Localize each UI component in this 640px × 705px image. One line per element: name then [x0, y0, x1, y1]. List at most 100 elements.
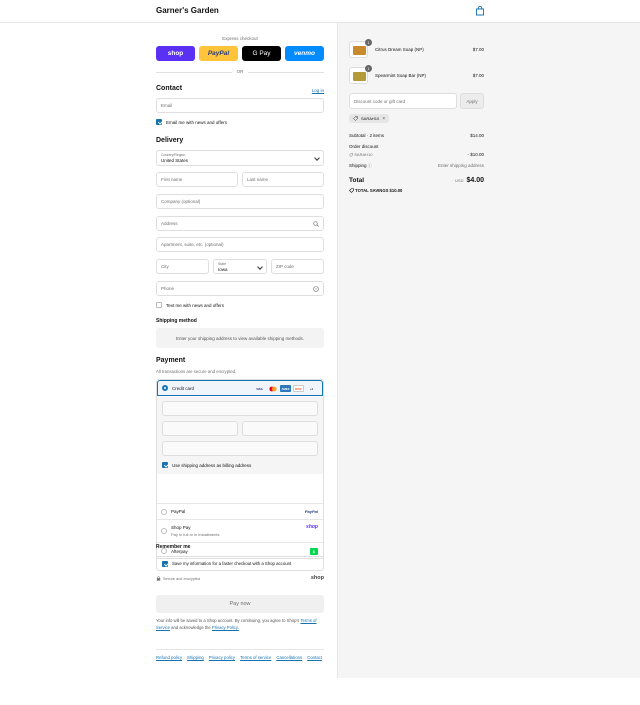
refund-policy-link[interactable]: Refund policy — [156, 655, 182, 660]
shipping-notice: Enter your shipping address to view avai… — [156, 328, 324, 348]
first-name-field[interactable]: First name — [156, 172, 238, 187]
discover-icon: DISC — [293, 385, 304, 392]
email-news-checkbox[interactable] — [156, 119, 162, 125]
subtotal-row: Subtotal · 2 items $14.00 — [349, 133, 484, 138]
apply-button[interactable]: Apply — [460, 93, 484, 109]
order-discount-row: Order discount — [349, 144, 484, 149]
billing-address-label: Use shipping address as billing address — [172, 462, 252, 468]
discount-tag-code: SARAH10 — [361, 116, 380, 121]
express-checkout-buttons: shop PayPal G Pay venmo — [156, 46, 324, 61]
discount-code-row: SARAH10 - $10.00 — [349, 152, 484, 157]
header: Garner's Garden — [0, 0, 640, 23]
total-row: Total USD $4.00 — [349, 177, 484, 184]
company-field[interactable]: Company (optional) — [156, 194, 324, 209]
email-field[interactable]: Email — [156, 98, 324, 113]
name-on-card-field[interactable] — [162, 441, 318, 456]
total-value: $4.00 — [466, 177, 484, 184]
payment-subtitle: All transactions are secure and encrypte… — [156, 369, 237, 374]
credit-card-label: Credit card — [172, 385, 195, 391]
discount-value: - $10.00 — [467, 152, 484, 157]
shop-pay-subtitle: Pay in full or in installments — [171, 532, 220, 537]
total-savings-row: TOTAL SAVINGS $10.00 — [349, 188, 484, 194]
terms-of-service-footer-link[interactable]: Terms of service — [240, 655, 271, 660]
expiration-date-field[interactable] — [162, 421, 238, 436]
address-placeholder: Address — [161, 221, 178, 226]
card-details-form: Use shipping address as billing address — [157, 397, 323, 474]
secure-text: Secure and encrypted — [163, 576, 201, 581]
contact-link[interactable]: Contact — [307, 655, 322, 660]
text-news-checkbox[interactable] — [156, 302, 162, 308]
privacy-policy-footer-link[interactable]: Privacy policy — [209, 655, 235, 660]
payment-heading: Payment — [156, 357, 186, 364]
legal-text-and: and acknowledge the — [171, 624, 211, 630]
card-number-field[interactable] — [162, 401, 318, 416]
express-checkout-label: Express checkout — [222, 36, 258, 41]
remove-discount-icon[interactable]: × — [382, 116, 385, 122]
text-news-checkbox-row[interactable]: Text me with news and offers — [156, 302, 224, 308]
brand-name[interactable]: Garner's Garden — [156, 6, 219, 15]
phone-field[interactable]: Phone ? — [156, 281, 324, 296]
billing-address-checkbox[interactable] — [162, 462, 168, 468]
shop-pay-option[interactable]: Shop Pay Pay in full or in installments … — [157, 519, 323, 542]
contact-heading: Contact — [156, 85, 183, 92]
product-name: Citrus Dream Soap (NP) — [375, 47, 424, 52]
lock-icon — [156, 576, 161, 581]
subtotal-label: Subtotal · 2 items — [349, 133, 385, 138]
phone-placeholder: Phone — [161, 286, 175, 291]
save-info-checkbox[interactable] — [162, 560, 168, 567]
address-field[interactable]: Address — [156, 216, 324, 231]
shipping-help-icon[interactable]: ⓘ — [368, 163, 372, 168]
country-label: Country/Region — [161, 153, 186, 157]
paypal-logo: PayPal — [304, 509, 318, 514]
product-price: $7.00 — [472, 47, 484, 52]
afterpay-logo: $ — [309, 547, 318, 555]
email-news-checkbox-row[interactable]: Email me with news and offers — [156, 119, 227, 125]
paypal-option[interactable]: PayPal PayPal — [157, 503, 323, 519]
paypal-button[interactable]: PayPal — [199, 46, 238, 61]
remember-me-box[interactable]: Save my information for a faster checkou… — [156, 556, 324, 571]
line-item: 1 Spearmint Soap Bar (NP) $7.00 — [349, 65, 484, 85]
cancellations-link[interactable]: Cancellations — [276, 655, 302, 660]
billing-checkbox-row[interactable]: Use shipping address as billing address — [162, 462, 251, 468]
paypal-radio[interactable] — [161, 508, 167, 515]
total-value-wrapper: USD $4.00 — [455, 177, 484, 184]
credit-card-option[interactable]: Credit card VISA AMEX DISC +4 — [157, 380, 323, 396]
footer-links: Refund policy Shipping Privacy policy Te… — [156, 649, 324, 660]
product-price: $7.00 — [472, 73, 484, 78]
apartment-field[interactable]: Apartment, suite, etc. (optional) — [156, 237, 324, 252]
amex-icon: AMEX — [280, 385, 291, 392]
mastercard-icon — [267, 385, 278, 392]
shop-pay-button[interactable]: shop — [156, 46, 195, 61]
shipping-value: Enter shipping address — [437, 163, 484, 168]
pay-now-button[interactable]: Pay now — [156, 595, 324, 613]
paypal-label: PayPal — [171, 509, 186, 514]
shop-pay-logo: shop — [306, 524, 318, 530]
login-link[interactable]: Log in — [312, 88, 324, 93]
delivery-heading: Delivery — [156, 137, 184, 144]
shop-pay-radio[interactable] — [161, 528, 167, 534]
city-field[interactable]: City — [156, 259, 209, 274]
privacy-policy-link[interactable]: Privacy Policy. — [212, 625, 239, 630]
email-news-label: Email me with news and offers — [166, 119, 227, 125]
last-name-field[interactable]: Last name — [242, 172, 324, 187]
google-pay-button[interactable]: G Pay — [242, 46, 281, 61]
discount-code-input[interactable]: Discount code or gift card — [349, 93, 457, 109]
shopping-bag-icon[interactable] — [475, 6, 485, 16]
search-icon — [313, 221, 319, 227]
country-select[interactable]: Country/Region United States — [156, 150, 324, 166]
credit-card-radio[interactable] — [162, 385, 168, 391]
venmo-button[interactable]: venmo — [285, 46, 324, 61]
shipping-link[interactable]: Shipping — [187, 655, 204, 660]
zip-field[interactable]: ZIP code — [271, 259, 324, 274]
remember-me-heading: Remember me — [156, 544, 191, 550]
state-select[interactable]: State Iowa — [213, 259, 267, 274]
security-code-field[interactable] — [242, 421, 318, 436]
quantity-badge: 1 — [365, 39, 372, 46]
order-discount-label: Order discount — [349, 144, 379, 149]
payment-methods: Credit card VISA AMEX DISC +4 Use shippi… — [156, 379, 324, 559]
tag-icon — [349, 188, 354, 194]
total-label: Total — [349, 177, 365, 184]
currency-label: USD — [455, 178, 464, 183]
help-circle-icon[interactable]: ? — [313, 286, 319, 292]
total-savings-value: $10.00 — [389, 188, 403, 193]
